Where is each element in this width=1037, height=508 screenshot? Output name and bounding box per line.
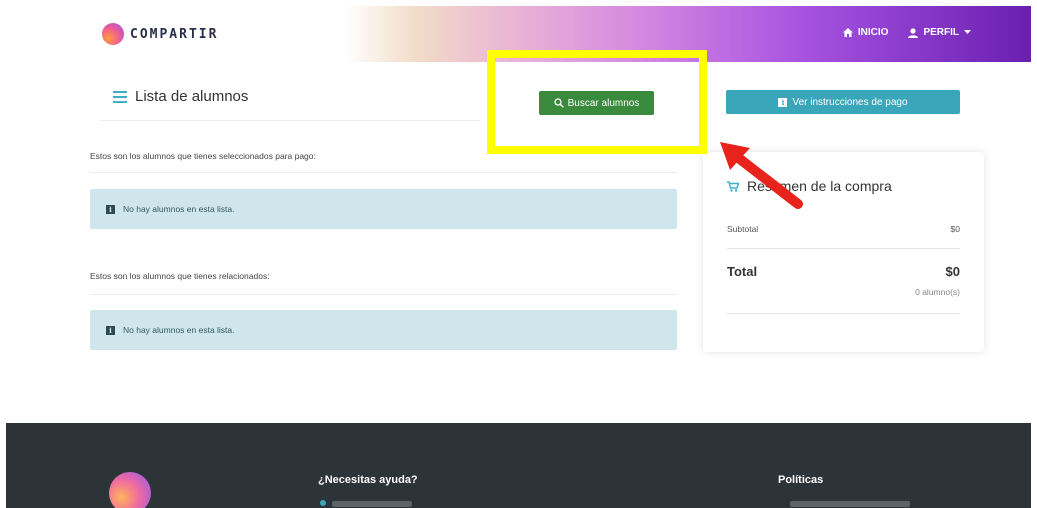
nav-links: INICIO PERFIL <box>842 27 971 38</box>
footer-policies-link[interactable] <box>790 501 910 507</box>
site-footer: ¿Necesitas ayuda? Políticas <box>6 423 1031 508</box>
caret-down-icon <box>964 30 971 34</box>
page-title: Lista de alumnos <box>113 88 248 105</box>
brand-logo[interactable]: COMPARTIR <box>102 23 218 45</box>
logo-mark-icon <box>102 23 124 45</box>
title-divider <box>100 120 480 121</box>
subtotal-divider <box>727 248 960 249</box>
related-students-caption: Estos son los alumnos que tienes relacio… <box>90 271 270 281</box>
list-icon <box>113 90 127 103</box>
total-divider <box>727 313 960 314</box>
info-icon: i <box>106 204 115 214</box>
subtotal-value: $0 <box>950 224 960 234</box>
user-icon <box>908 27 919 38</box>
related-empty-alert: i No hay alumnos en esta lista. <box>90 310 677 350</box>
red-arrow-annotation <box>720 142 803 209</box>
selected-empty-alert: i No hay alumnos en esta lista. <box>90 189 677 229</box>
home-icon <box>842 28 853 37</box>
subtotal-row: Subtotal $0 <box>727 224 960 234</box>
nav-profile-dropdown[interactable]: PERFIL <box>908 27 971 38</box>
total-value: $0 <box>945 264 960 279</box>
page-title-text: Lista de alumnos <box>135 88 249 105</box>
payment-instructions-button[interactable]: i Ver instrucciones de pago <box>726 90 960 114</box>
selected-empty-text: No hay alumnos en esta lista. <box>123 204 235 214</box>
subtotal-label: Subtotal <box>727 224 759 234</box>
footer-help-heading: ¿Necesitas ayuda? <box>318 474 418 486</box>
payment-instructions-label: Ver instrucciones de pago <box>792 96 908 108</box>
brand-name: COMPARTIR <box>130 26 219 42</box>
student-count: 0 alumno(s) <box>915 287 960 297</box>
related-divider <box>90 294 677 295</box>
nav-profile-label: PERFIL <box>923 27 959 38</box>
selected-divider <box>90 172 677 173</box>
footer-contact-icon <box>320 500 326 506</box>
nav-home-link[interactable]: INICIO <box>842 27 889 38</box>
total-label: Total <box>727 264 758 279</box>
footer-policies-heading: Políticas <box>778 474 824 486</box>
info-icon: i <box>106 325 115 335</box>
nav-home-label: INICIO <box>857 27 889 38</box>
highlight-box <box>487 50 707 154</box>
footer-logo-icon <box>109 472 151 508</box>
footer-help-link[interactable] <box>332 501 412 507</box>
selected-students-caption: Estos son los alumnos que tienes selecci… <box>90 151 316 161</box>
info-icon: i <box>778 97 788 107</box>
related-empty-text: No hay alumnos en esta lista. <box>123 325 235 335</box>
